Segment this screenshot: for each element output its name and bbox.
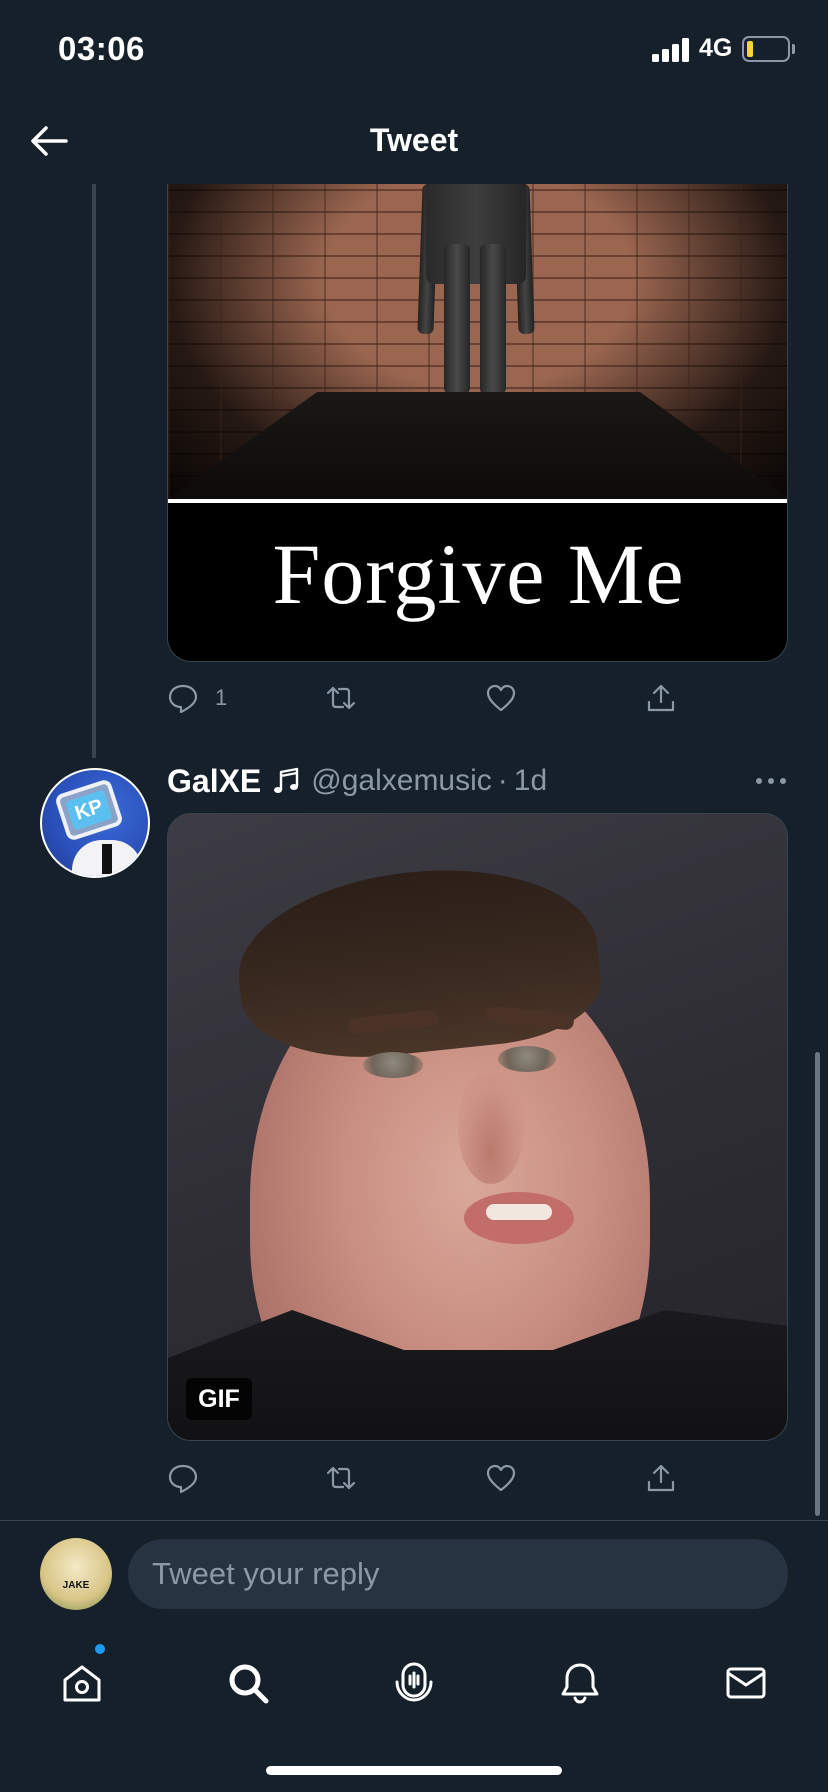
home-indicator[interactable] — [266, 1766, 562, 1775]
caption-divider — [168, 499, 787, 503]
status-time: 03:06 — [58, 30, 145, 67]
previous-tweet-image[interactable]: Forgive Me — [167, 184, 788, 662]
avatar-tv-label: KP — [72, 795, 106, 825]
brick-wall-scene — [168, 184, 787, 499]
reply-composer: JAKE Tweet your reply — [0, 1521, 828, 1629]
tab-spaces[interactable] — [384, 1653, 444, 1713]
thread-connector-line — [92, 184, 96, 758]
retweet-icon — [326, 1466, 356, 1490]
signal-strength-icon — [652, 38, 689, 62]
user-handle[interactable]: @galxemusic — [311, 764, 492, 798]
image-caption: Forgive Me — [272, 526, 685, 622]
more-options-icon[interactable] — [754, 772, 788, 790]
meta-separator: · — [497, 764, 508, 797]
tab-home[interactable] — [52, 1653, 112, 1713]
search-icon — [229, 1664, 269, 1704]
share-button[interactable] — [645, 1458, 677, 1498]
my-avatar[interactable]: JAKE — [40, 1538, 112, 1610]
reply-count: 1 — [215, 685, 228, 710]
tab-messages[interactable] — [716, 1653, 776, 1713]
like-button[interactable] — [485, 1458, 517, 1498]
retweet-icon — [326, 686, 356, 710]
tweet-actions — [167, 1458, 767, 1498]
previous-tweet-actions: 1 — [167, 678, 767, 718]
retweet-button[interactable] — [325, 1458, 357, 1498]
avatar-label: JAKE — [62, 1580, 90, 1591]
tab-notifications[interactable] — [550, 1653, 610, 1713]
reply-button[interactable] — [167, 1458, 199, 1498]
bottom-tab-bar — [0, 1629, 828, 1792]
user-avatar[interactable]: KP — [40, 768, 150, 878]
battery-icon — [742, 36, 790, 62]
retweet-button[interactable] — [325, 678, 357, 718]
battery-tip — [792, 44, 795, 54]
gif-badge: GIF — [186, 1378, 252, 1420]
display-name[interactable]: GalXE — [167, 763, 261, 800]
nav-header: Tweet — [0, 100, 828, 184]
like-button[interactable] — [485, 678, 517, 718]
tweet-header: GalXE @galxemusic · 1d — [167, 760, 807, 802]
page-title: Tweet — [369, 122, 459, 158]
home-icon — [63, 1665, 101, 1702]
heart-icon — [486, 1464, 516, 1492]
music-note-icon — [274, 767, 299, 793]
network-type: 4G — [699, 34, 733, 62]
bell-icon — [561, 1663, 599, 1704]
share-icon — [647, 1464, 675, 1492]
status-bar: 03:06 4G — [0, 0, 828, 100]
heart-icon — [486, 684, 516, 712]
tab-search[interactable] — [218, 1653, 278, 1713]
share-icon — [647, 684, 675, 712]
tweet-gif-media[interactable]: GIF — [167, 813, 788, 1441]
envelope-icon — [726, 1667, 766, 1699]
reply-icon — [168, 684, 198, 714]
reply-input[interactable]: Tweet your reply — [128, 1539, 788, 1609]
spaces-microphone-icon — [395, 1662, 433, 1702]
tweet-timestamp[interactable]: 1d — [514, 764, 547, 798]
home-notification-dot — [95, 1644, 105, 1654]
scrollbar[interactable] — [815, 1052, 820, 1516]
reply-icon — [168, 1464, 198, 1494]
share-button[interactable] — [645, 678, 677, 718]
reply-button[interactable]: 1 — [167, 678, 227, 718]
